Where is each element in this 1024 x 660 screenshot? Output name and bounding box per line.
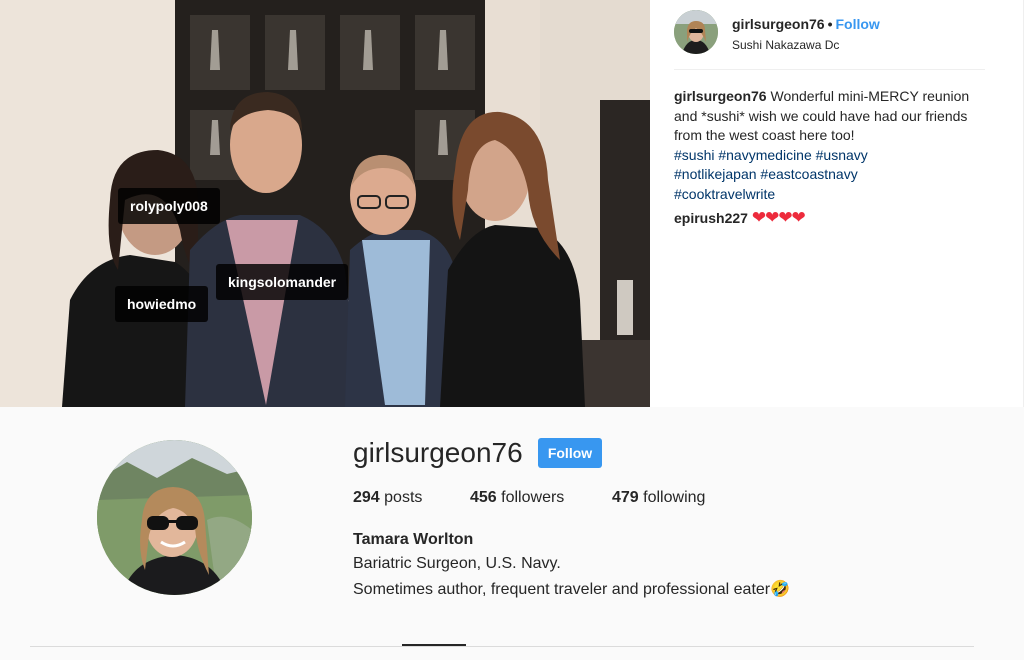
photo-tag-rolypoly008[interactable]: rolypoly008 bbox=[118, 188, 220, 224]
stat-followers[interactable]: 456 followers bbox=[470, 489, 564, 507]
stat-count: 294 bbox=[353, 489, 380, 506]
hashtag-link[interactable]: #usnavy bbox=[816, 147, 868, 163]
post-header: girlsurgeon76 • Follow Sushi Nakazawa Dc bbox=[674, 10, 985, 70]
profile-header: girlsurgeon76 Follow 294 posts 456 follo… bbox=[0, 407, 1024, 660]
active-tab-indicator[interactable] bbox=[402, 644, 466, 646]
post-location[interactable]: Sushi Nakazawa Dc bbox=[732, 38, 839, 52]
profile-username: girlsurgeon76 bbox=[353, 437, 523, 468]
post-caption: girlsurgeon76 Wonderful mini-MERCY reuni… bbox=[674, 87, 992, 204]
profile-avatar-image bbox=[97, 440, 252, 595]
stat-posts: 294 posts bbox=[353, 489, 422, 507]
follow-button[interactable]: Follow bbox=[538, 438, 602, 468]
comment-username[interactable]: epirush227 bbox=[674, 210, 748, 226]
tab-divider bbox=[30, 646, 974, 647]
profile-bio-line: Sometimes author, frequent traveler and … bbox=[353, 581, 791, 598]
follow-link[interactable]: Follow bbox=[836, 16, 880, 32]
stat-label: posts bbox=[384, 489, 423, 506]
stat-following[interactable]: 479 following bbox=[612, 489, 705, 507]
hearts-icon: ❤❤❤❤ bbox=[751, 208, 806, 227]
stat-label: followers bbox=[501, 489, 565, 506]
separator-dot: • bbox=[827, 16, 833, 32]
profile-bio-line: Bariatric Surgeon, U.S. Navy. bbox=[353, 555, 561, 572]
avatar-image bbox=[674, 10, 718, 54]
post-author-avatar[interactable] bbox=[674, 10, 718, 54]
post-photo[interactable]: rolypoly008 kingsolomander howiedmo bbox=[0, 0, 650, 407]
photo-tag-kingsolomander[interactable]: kingsolomander bbox=[216, 264, 349, 300]
stat-count: 456 bbox=[470, 489, 497, 506]
profile-avatar[interactable] bbox=[97, 440, 252, 595]
hashtag-link[interactable]: #cooktravelwrite bbox=[674, 186, 775, 202]
hashtag-link[interactable]: #eastcoastnavy bbox=[760, 166, 857, 182]
profile-full-name: Tamara Worlton bbox=[353, 531, 474, 548]
post-author-username[interactable]: girlsurgeon76 bbox=[732, 16, 825, 32]
stat-label: following bbox=[643, 489, 706, 506]
hashtag-link[interactable]: #notlikejapan bbox=[674, 166, 757, 182]
caption-username[interactable]: girlsurgeon76 bbox=[674, 88, 767, 104]
hashtag-link[interactable]: #navymedicine bbox=[718, 147, 811, 163]
post-sidebar: girlsurgeon76 • Follow Sushi Nakazawa Dc g… bbox=[650, 0, 1024, 407]
post-photo-illustration bbox=[0, 0, 650, 407]
post-panel: rolypoly008 kingsolomander howiedmo girl… bbox=[0, 0, 1024, 407]
photo-tag-howiedmo[interactable]: howiedmo bbox=[115, 286, 209, 322]
hashtag-link[interactable]: #sushi bbox=[674, 147, 714, 163]
comment-row: epirush227 ❤❤❤❤ bbox=[674, 208, 806, 228]
stat-count: 479 bbox=[612, 489, 639, 506]
